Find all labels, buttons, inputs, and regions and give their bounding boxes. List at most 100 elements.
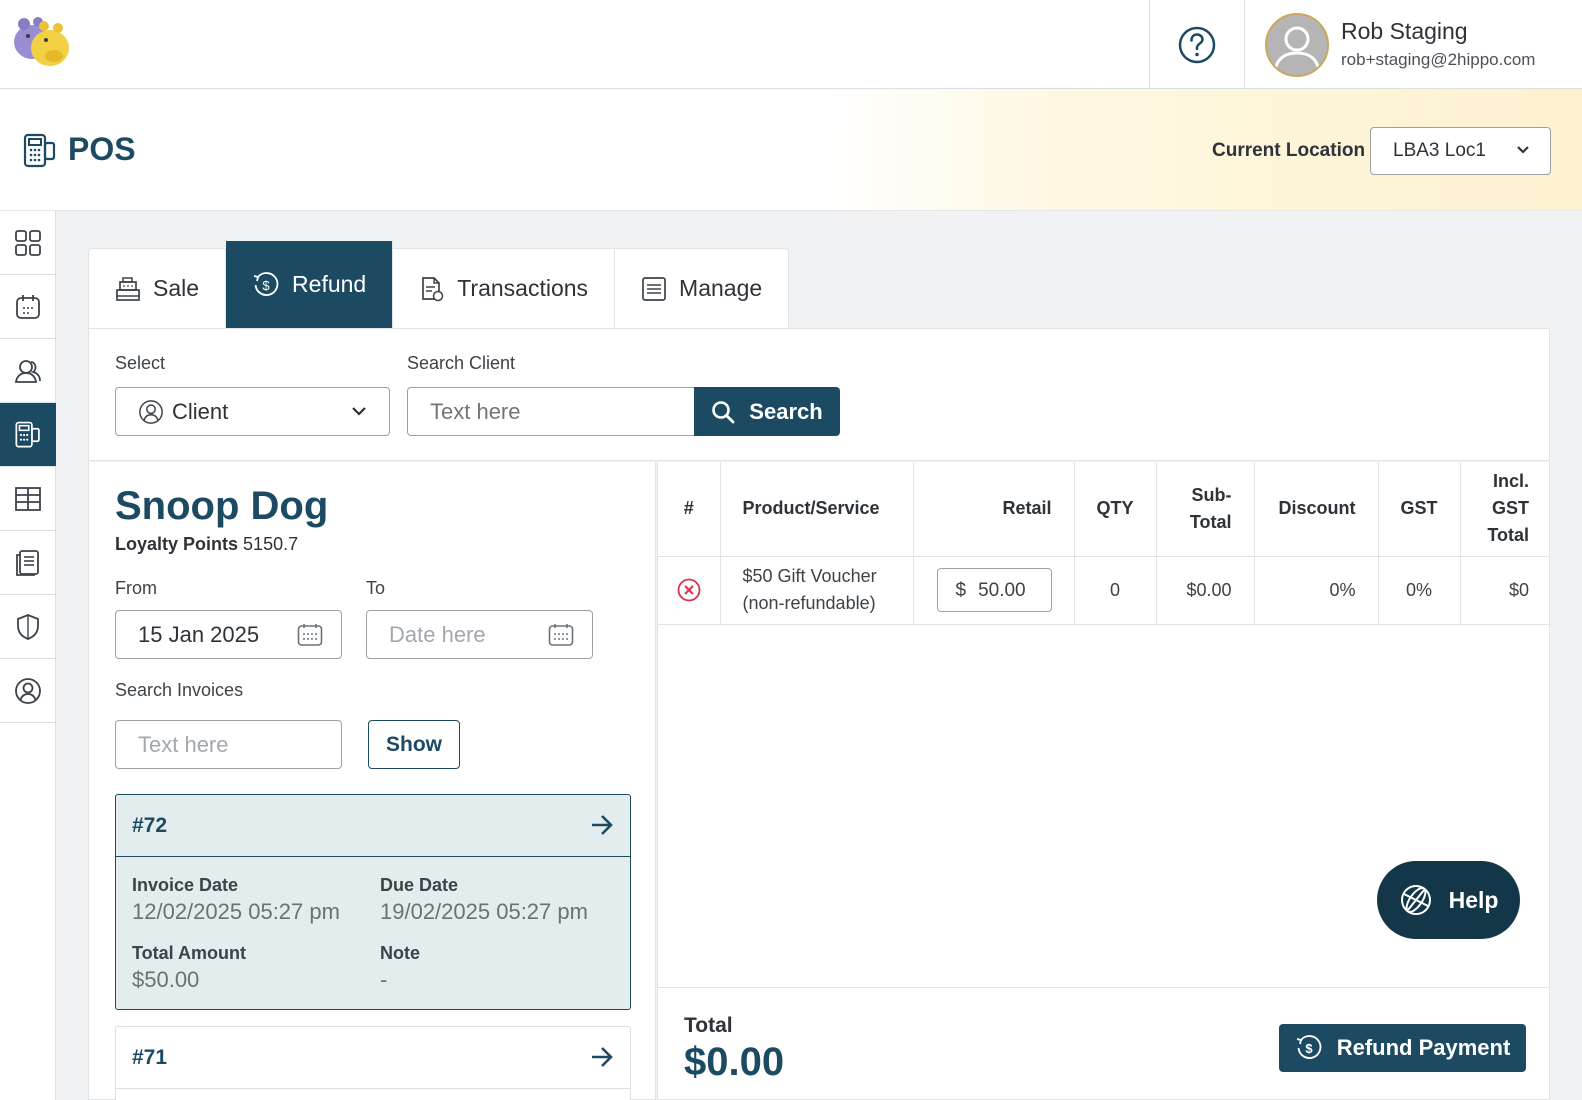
search-client-input[interactable] bbox=[407, 387, 694, 436]
sidebar-item-security[interactable] bbox=[0, 595, 56, 659]
note-label: Note bbox=[380, 943, 420, 963]
location-select[interactable]: LBA3 Loc1 bbox=[1370, 127, 1551, 175]
total-value: $0.00 bbox=[684, 1040, 785, 1084]
location-value: LBA3 Loc1 bbox=[1393, 140, 1486, 161]
tab-transactions[interactable]: Transactions bbox=[393, 249, 616, 328]
col-gst-header: GST bbox=[1378, 462, 1461, 557]
invoice-card-header[interactable]: #71 bbox=[116, 1027, 630, 1089]
pos-terminal-icon bbox=[15, 421, 40, 448]
loyalty-points: Loyalty Points 5150.7 bbox=[115, 534, 298, 555]
invoice-date-label: Invoice Date bbox=[132, 875, 239, 895]
subtotal-value: $0.00 bbox=[1156, 556, 1255, 625]
pos-terminal-icon bbox=[22, 133, 58, 169]
cart-table: # Product/Service Retail QTY Sub-Total D… bbox=[658, 462, 1551, 625]
due-date-label: Due Date bbox=[380, 875, 459, 895]
user-circle-icon bbox=[15, 677, 41, 704]
user-menu[interactable]: Rob Staging rob+staging@2hippo.com bbox=[1244, 0, 1582, 89]
invoice-card[interactable]: #71 bbox=[115, 1026, 631, 1100]
sidebar-item-calendar[interactable] bbox=[0, 275, 56, 339]
invoice-icon bbox=[16, 549, 39, 576]
search-button[interactable]: Search bbox=[694, 387, 840, 436]
client-name: Snoop Dog bbox=[115, 484, 329, 528]
invoice-date-value: 12/02/2025 05:27 pm bbox=[132, 899, 340, 924]
total-amount-label: Total Amount bbox=[132, 943, 246, 963]
user-circle-icon bbox=[139, 399, 163, 424]
sidebar-item-account[interactable] bbox=[0, 659, 56, 723]
avatar bbox=[1265, 13, 1329, 77]
loyalty-label: Loyalty Points bbox=[115, 534, 239, 554]
client-panel: Snoop Dog Loyalty Points 5150.7 From 15 … bbox=[88, 462, 656, 1100]
invoice-card-header[interactable]: #72 bbox=[116, 795, 630, 857]
globe-icon bbox=[1400, 885, 1431, 915]
question-icon bbox=[1178, 26, 1216, 63]
product-name: $50 Gift Voucher (non-refundable) bbox=[720, 556, 914, 625]
remove-cell bbox=[658, 556, 721, 625]
table-row: $50 Gift Voucher (non-refundable) $ 50.0… bbox=[658, 556, 1551, 625]
search-type-select[interactable]: Client bbox=[115, 387, 390, 436]
show-button[interactable]: Show bbox=[368, 720, 460, 769]
cart-header-row: # Product/Service Retail QTY Sub-Total D… bbox=[658, 462, 1551, 557]
note-value: - bbox=[380, 967, 388, 992]
refund-payment-button[interactable]: $ Refund Payment bbox=[1279, 1024, 1526, 1072]
help-circle-button[interactable] bbox=[1149, 0, 1244, 89]
tab-manage[interactable]: Manage bbox=[615, 249, 788, 328]
sidebar-item-invoices[interactable] bbox=[0, 531, 56, 595]
calendar-icon bbox=[548, 624, 574, 646]
to-date-input[interactable]: Date here bbox=[366, 610, 593, 659]
list-icon bbox=[642, 276, 666, 301]
currency-symbol: $ bbox=[955, 579, 967, 601]
col-total-header: Incl. GST Total bbox=[1460, 462, 1551, 557]
refund-icon: $ bbox=[1296, 1035, 1322, 1059]
svg-text:$: $ bbox=[1305, 1041, 1313, 1056]
help-button[interactable]: Help bbox=[1377, 861, 1520, 939]
arrow-right-icon[interactable] bbox=[590, 1046, 614, 1068]
calendar-icon bbox=[16, 294, 40, 319]
tab-refund-label: Refund bbox=[292, 271, 367, 297]
sidebar-item-clients[interactable] bbox=[0, 339, 56, 403]
remove-item-icon[interactable] bbox=[676, 577, 702, 603]
tab-manage-label: Manage bbox=[679, 275, 763, 301]
arrow-right-icon[interactable] bbox=[590, 814, 614, 836]
total-amount-value: $50.00 bbox=[132, 967, 200, 992]
chevron-down-icon bbox=[1517, 146, 1529, 154]
search-invoices-input[interactable]: Text here bbox=[115, 720, 342, 769]
retail-cell: $ 50.00 bbox=[913, 556, 1075, 625]
search-invoices-label: Search Invoices bbox=[115, 680, 244, 700]
grid-icon bbox=[15, 229, 41, 256]
due-date-value: 19/02/2025 05:27 pm bbox=[380, 899, 588, 924]
col-product-header: Product/Service bbox=[720, 462, 914, 557]
app-logo[interactable] bbox=[10, 12, 72, 70]
invoice-number: #72 bbox=[132, 813, 168, 837]
users-icon bbox=[14, 359, 41, 383]
sidebar-item-pos[interactable] bbox=[0, 403, 56, 467]
svg-text:$: $ bbox=[262, 278, 270, 293]
refund-payment-label: Refund Payment bbox=[1336, 1035, 1511, 1060]
col-subtotal-header: Sub-Total bbox=[1156, 462, 1255, 557]
invoice-number: #71 bbox=[132, 1045, 168, 1069]
refund-cart-panel: # Product/Service Retail QTY Sub-Total D… bbox=[657, 462, 1551, 1100]
discount-value: 0% bbox=[1254, 556, 1379, 625]
search-button-label: Search bbox=[749, 398, 823, 424]
invoice-card[interactable]: #72 Invoice Date 12/02/2025 05:27 pm Due… bbox=[115, 794, 631, 1010]
tab-sale-label: Sale bbox=[153, 275, 200, 301]
layout-icon bbox=[15, 486, 41, 511]
page-title: POS bbox=[68, 131, 136, 167]
tab-refund[interactable]: $ Refund bbox=[226, 241, 394, 328]
from-date-input[interactable]: 15 Jan 2025 bbox=[115, 610, 342, 659]
tab-sale[interactable]: Sale bbox=[89, 249, 227, 328]
qty-value: 0 bbox=[1074, 556, 1157, 625]
sidebar-item-dashboard[interactable] bbox=[0, 211, 56, 275]
cash-register-icon bbox=[116, 276, 140, 301]
shield-icon bbox=[17, 613, 39, 640]
line-total-value: $0 bbox=[1460, 556, 1551, 625]
total-label: Total bbox=[684, 1014, 733, 1037]
select-label: Select bbox=[115, 353, 166, 373]
cart-total-area: Total $0.00 $ Refund Payment bbox=[658, 987, 1551, 1100]
search-invoices-placeholder: Text here bbox=[138, 731, 229, 757]
sidebar-item-layout[interactable] bbox=[0, 467, 56, 531]
sidebar bbox=[0, 211, 56, 1100]
help-button-label: Help bbox=[1448, 886, 1499, 913]
invoice-card-body: Invoice Date 12/02/2025 05:27 pm Due Dat… bbox=[116, 857, 630, 1009]
retail-price-input[interactable]: $ 50.00 bbox=[936, 568, 1052, 612]
col-qty-header: QTY bbox=[1074, 462, 1157, 557]
